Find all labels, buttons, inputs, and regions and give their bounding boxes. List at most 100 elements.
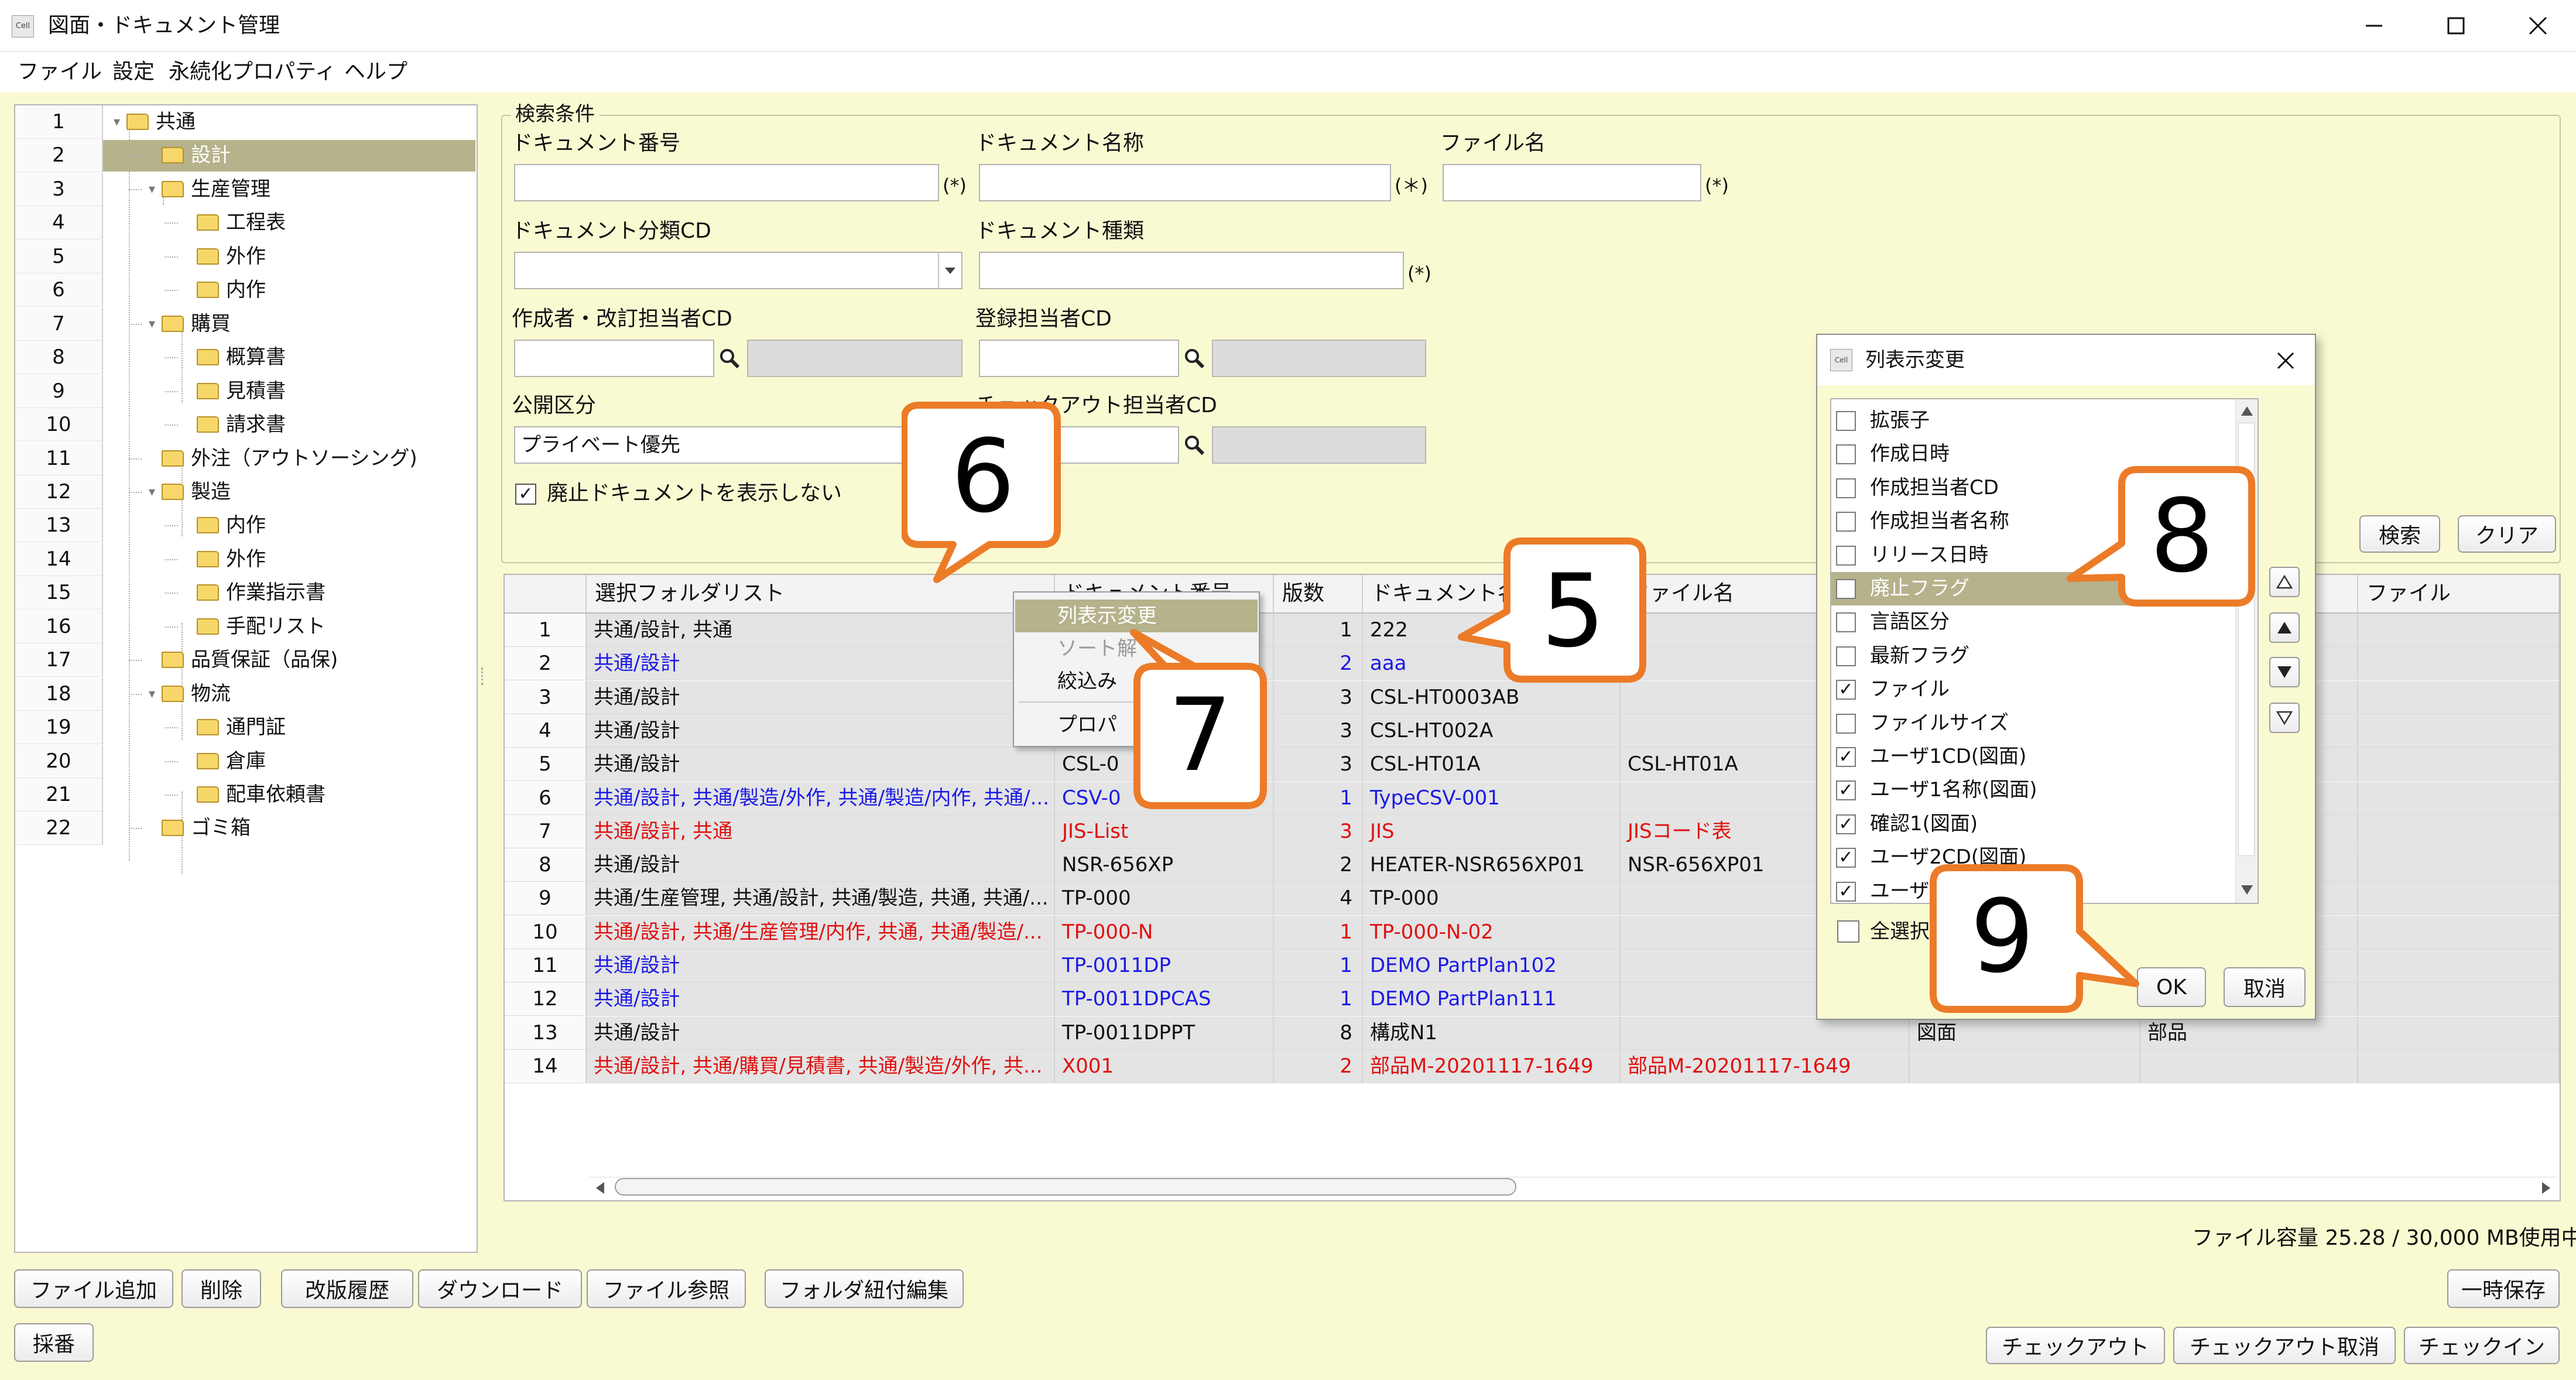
column-header[interactable]: 版数 — [1274, 575, 1363, 614]
tree-expand-icon[interactable]: ▾ — [149, 307, 155, 341]
tree-expand-icon[interactable]: ▾ — [114, 105, 120, 139]
tree-item[interactable]: 6 内作 — [15, 273, 477, 307]
tree-item[interactable]: 7 ▾ 購買 — [15, 307, 477, 341]
doc-name-input[interactable] — [979, 164, 1391, 201]
folder-link-edit-button[interactable]: フォルダ紐付編集 — [765, 1269, 964, 1308]
tree-item[interactable]: 10 請求書 — [15, 408, 477, 442]
move-bottom-button[interactable] — [2269, 703, 2300, 733]
checkin-button[interactable]: チェックイン — [2404, 1327, 2560, 1364]
tree-item[interactable]: 21 配車依頼書 — [15, 778, 477, 811]
column-option-checkbox[interactable] — [1836, 545, 1856, 566]
column-option-checkbox[interactable]: ✓ — [1836, 579, 1856, 599]
tree-item[interactable]: 12 ▾ 製造 — [15, 475, 477, 509]
add-file-button[interactable]: ファイル追加 — [14, 1269, 173, 1308]
numbering-button[interactable]: 採番 — [14, 1323, 94, 1362]
table-row[interactable]: 14 共通/設計, 共通/購買/見積書, 共通/製造/外作, 共... X001 2 部… — [505, 1049, 2560, 1083]
publish-type-select[interactable]: プライベート優先 — [514, 426, 962, 464]
move-top-button[interactable] — [2269, 567, 2300, 597]
column-option-checkbox[interactable] — [1836, 478, 1856, 498]
doc-category-select[interactable] — [514, 252, 962, 289]
scroll-right-icon[interactable] — [2539, 1180, 2554, 1196]
tree-item[interactable]: 20 倉庫 — [15, 744, 477, 778]
column-option-checkbox[interactable] — [1836, 444, 1856, 465]
menu-help[interactable]: ヘルプ — [344, 57, 407, 87]
maximize-button[interactable] — [2418, 0, 2494, 52]
column-option[interactable]: 拡張子 — [1831, 404, 2238, 437]
dialog-close-button[interactable] — [2269, 344, 2302, 377]
tree-item[interactable]: 14 外作 — [15, 542, 477, 576]
column-option-checkbox[interactable]: ✓ — [1836, 680, 1856, 700]
tree-item[interactable]: 22 ゴミ箱 — [15, 811, 477, 845]
tree-item[interactable]: 11 外注（アウトソーシング) — [15, 441, 477, 475]
column-header[interactable] — [505, 575, 587, 614]
tree-item[interactable]: 2 設計 — [15, 139, 477, 173]
column-option-checkbox[interactable] — [1836, 512, 1856, 532]
tree-item[interactable]: 1 ▾ 共通 — [15, 105, 477, 139]
author-cd-input[interactable] — [514, 340, 714, 377]
checkout-search-icon[interactable] — [1183, 433, 1206, 457]
registrar-search-icon[interactable] — [1183, 347, 1206, 370]
menu-settings[interactable]: 設定 — [112, 57, 155, 87]
move-up-button[interactable] — [2269, 612, 2300, 643]
column-option[interactable]: ファイルサイズ — [1831, 707, 2238, 740]
column-header[interactable]: ファイル — [2358, 575, 2560, 614]
move-down-button[interactable] — [2269, 657, 2300, 687]
dialog-ok-button[interactable]: OK — [2137, 967, 2206, 1007]
temp-save-button[interactable]: 一時保存 — [2447, 1269, 2560, 1308]
dropdown-button[interactable] — [938, 253, 961, 288]
revision-history-button[interactable]: 改版履歴 — [281, 1269, 413, 1308]
checkout-cancel-button[interactable]: チェックアウト取消 — [2173, 1327, 2396, 1364]
table-row[interactable]: 13 共通/設計 TP-0011DPPT 8 構成N1 図面 部品 — [505, 1016, 2560, 1050]
registrar-cd-input[interactable] — [979, 340, 1179, 377]
author-search-icon[interactable] — [718, 347, 741, 370]
column-option-checkbox[interactable] — [1836, 646, 1856, 666]
column-option[interactable]: 最新フラグ — [1831, 639, 2238, 673]
tree-item[interactable]: 13 内作 — [15, 509, 477, 543]
select-all-checkbox[interactable] — [1837, 920, 1859, 943]
column-option-checkbox[interactable]: ✓ — [1836, 848, 1856, 868]
tree-item[interactable]: 18 ▾ 物流 — [15, 677, 477, 711]
column-option-checkbox[interactable]: ✓ — [1836, 780, 1856, 801]
dialog-cancel-button[interactable]: 取消 — [2224, 967, 2306, 1007]
column-option[interactable]: ✓ ユーザ1CD(図面) — [1831, 740, 2238, 773]
tree-item[interactable]: 19 通門証 — [15, 711, 477, 745]
column-option[interactable]: ✓ ファイル — [1831, 673, 2238, 706]
close-window-button[interactable] — [2500, 0, 2576, 52]
column-option[interactable]: ✓ ユーザ1名称(図面) — [1831, 773, 2238, 807]
tree-item[interactable]: 3 ▾ 生産管理 — [15, 172, 477, 206]
minimize-button[interactable] — [2336, 0, 2412, 52]
scroll-up-icon[interactable] — [2241, 405, 2253, 417]
tree-expand-icon[interactable]: ▾ — [149, 173, 155, 206]
tree-item[interactable]: 17 品質保証（品保) — [15, 643, 477, 677]
tree-item[interactable]: 15 作業指示書 — [15, 576, 477, 610]
delete-button[interactable]: 削除 — [181, 1269, 261, 1308]
column-option-checkbox[interactable]: ✓ — [1836, 814, 1856, 834]
doc-number-input[interactable] — [514, 164, 939, 201]
splitter-handle[interactable] — [481, 667, 491, 685]
column-option-checkbox[interactable]: ✓ — [1836, 747, 1856, 767]
tree-item[interactable]: 8 概算書 — [15, 341, 477, 375]
menu-persistence-properties[interactable]: 永続化プロパティ — [169, 57, 336, 87]
tree-item[interactable]: 9 見積書 — [15, 374, 477, 408]
column-option-checkbox[interactable] — [1836, 713, 1856, 734]
tree-item[interactable]: 5 外作 — [15, 239, 477, 273]
search-button[interactable]: 検索 — [2359, 515, 2440, 553]
clear-button[interactable]: クリア — [2458, 515, 2556, 553]
checkout-button[interactable]: チェックアウト — [1986, 1327, 2165, 1364]
tree-expand-icon[interactable]: ▾ — [149, 475, 155, 509]
tree-expand-icon[interactable]: ▾ — [149, 677, 155, 711]
file-name-input[interactable] — [1443, 164, 1701, 201]
menu-file[interactable]: ファイル — [18, 57, 102, 87]
file-browse-button[interactable]: ファイル参照 — [587, 1269, 746, 1308]
scrollbar-thumb[interactable] — [615, 1178, 1516, 1196]
doc-type-input[interactable] — [979, 252, 1404, 289]
tree-item[interactable]: 4 工程表 — [15, 206, 477, 240]
scroll-down-icon[interactable] — [2241, 884, 2253, 896]
column-option-checkbox[interactable]: ✓ — [1836, 881, 1856, 902]
tree-item[interactable]: 16 手配リスト — [15, 609, 477, 643]
column-option-checkbox[interactable] — [1836, 612, 1856, 633]
scroll-left-icon[interactable] — [592, 1180, 608, 1196]
column-option-checkbox[interactable] — [1836, 411, 1856, 431]
hide-obsolete-checkbox[interactable]: ✓ — [515, 484, 536, 505]
download-button[interactable]: ダウンロード — [418, 1269, 582, 1308]
